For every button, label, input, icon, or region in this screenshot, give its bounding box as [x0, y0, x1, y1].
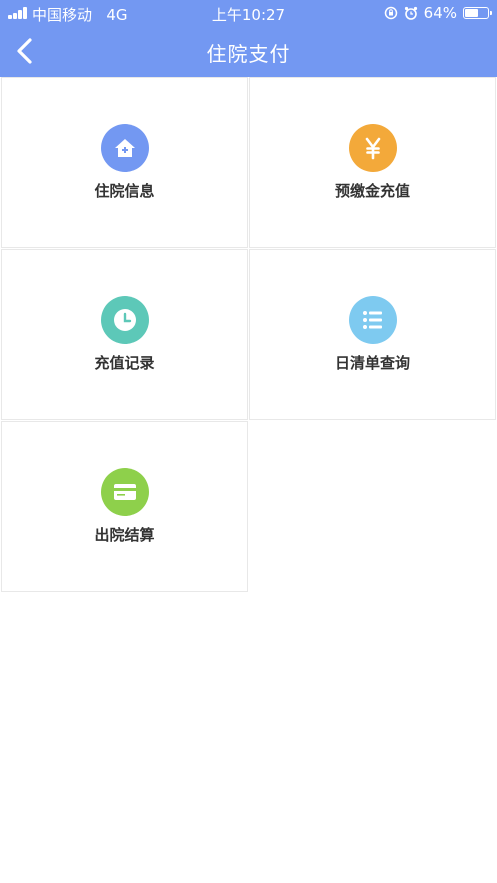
status-bar: 中国移动 4G 上午10:27 64%	[0, 0, 497, 26]
house-icon	[101, 124, 149, 172]
list-icon	[349, 296, 397, 344]
menu-item-label: 住院信息	[94, 182, 155, 200]
header-bar: 中国移动 4G 上午10:27 64% 住院支付	[0, 0, 497, 77]
clock-icon	[101, 296, 149, 344]
yen-icon	[349, 124, 397, 172]
menu-item-label: 日清单查询	[334, 354, 410, 372]
menu-item-recharge-record[interactable]: 充值记录	[1, 249, 248, 420]
page-title: 住院支付	[206, 42, 291, 66]
rotation-lock-icon	[384, 6, 397, 20]
menu-item-inpatient-info[interactable]: 住院信息	[1, 77, 248, 248]
status-right: 64%	[384, 4, 492, 22]
menu-item-prepay-recharge[interactable]: 预缴金充值	[249, 77, 496, 248]
nav-bar: 住院支付	[0, 26, 497, 77]
menu-item-daily-list[interactable]: 日清单查询	[249, 249, 496, 420]
battery-icon	[463, 7, 492, 19]
menu-item-label: 充值记录	[94, 354, 155, 372]
card-icon	[101, 468, 149, 516]
menu-item-label: 预缴金充值	[334, 182, 410, 200]
menu-item-label: 出院结算	[94, 526, 155, 544]
battery-fill	[465, 9, 478, 17]
battery-percent: 64%	[423, 4, 457, 22]
menu-item-discharge-settlement[interactable]: 出院结算	[1, 421, 248, 592]
alarm-icon	[404, 6, 417, 20]
